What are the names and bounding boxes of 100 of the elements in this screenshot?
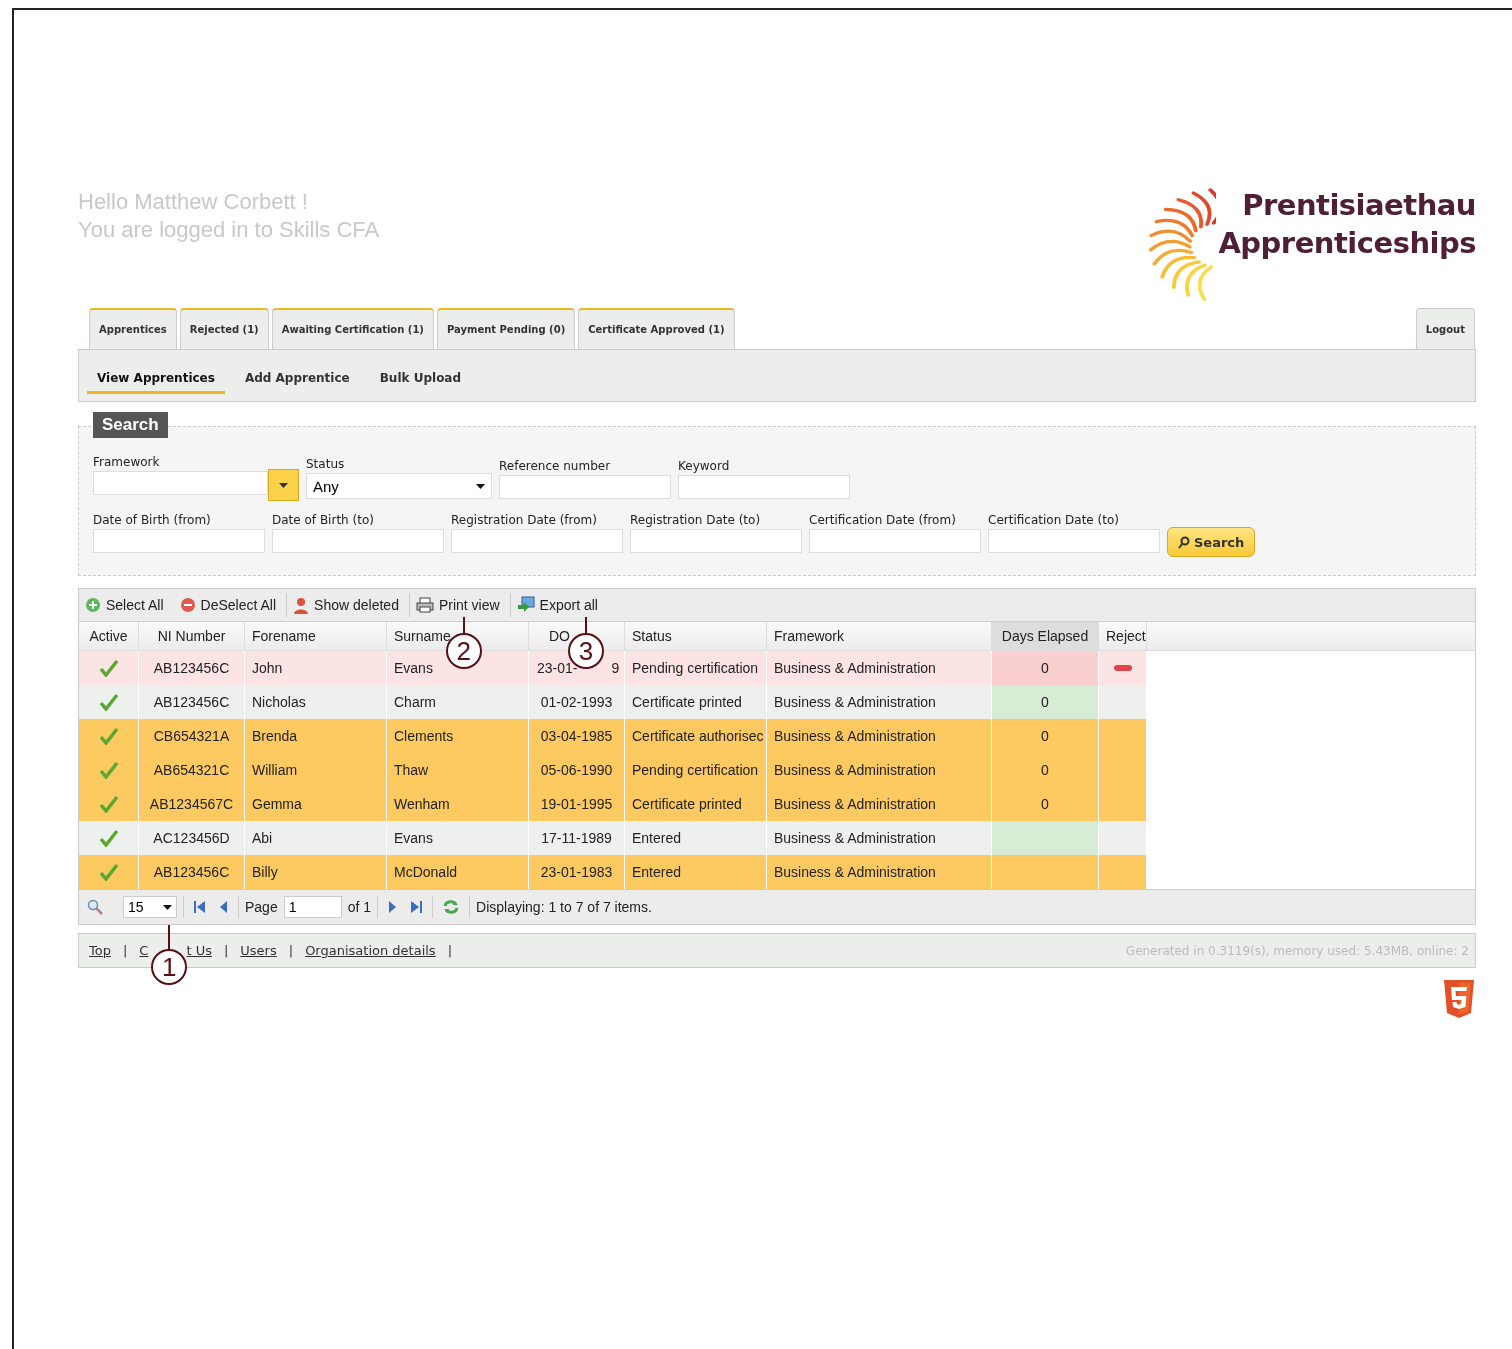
sunburst-logo-icon bbox=[1146, 186, 1217, 304]
search-icon[interactable] bbox=[87, 899, 103, 915]
field-label: Date of Birth (from) bbox=[93, 513, 212, 527]
field-label: Keyword bbox=[678, 459, 731, 473]
field-label: Status bbox=[306, 457, 346, 471]
subnav-item[interactable]: View Apprentices bbox=[87, 363, 225, 394]
table-cell: Certificate authorisec bbox=[625, 719, 767, 753]
table-cell: Clements bbox=[387, 719, 529, 753]
date-field[interactable] bbox=[451, 529, 623, 553]
logo-text: Prentisiaethau bbox=[1241, 187, 1476, 224]
subnav-item[interactable]: Bulk Upload bbox=[369, 363, 472, 394]
footer-link[interactable]: Organisation details bbox=[305, 943, 436, 958]
logout-tab[interactable]: Logout bbox=[1415, 308, 1475, 349]
separator: | bbox=[447, 943, 453, 958]
toolbar-button[interactable]: DeSelect All bbox=[173, 593, 287, 617]
column-header[interactable]: Active bbox=[79, 622, 139, 650]
footer-link[interactable]: Top bbox=[89, 943, 111, 958]
tab[interactable]: Awaiting Certification (1) bbox=[271, 308, 434, 349]
column-header[interactable]: Status bbox=[625, 622, 767, 650]
check-icon bbox=[98, 659, 119, 677]
table-cell: Certificate printed bbox=[625, 685, 767, 719]
table-cell: Gemma bbox=[245, 787, 387, 821]
table-cell: 0 bbox=[992, 651, 1099, 685]
separator: | bbox=[122, 943, 128, 958]
column-header[interactable]: NI Number bbox=[139, 622, 245, 650]
table-cell: Thaw bbox=[387, 753, 529, 787]
date-field[interactable] bbox=[272, 529, 444, 553]
table-cell: William bbox=[245, 753, 387, 787]
table-cell: Pending certification bbox=[625, 651, 767, 685]
table-cell: Business & Administration bbox=[767, 753, 992, 787]
table-cell: 05-06-1990 bbox=[529, 753, 625, 787]
date-field[interactable] bbox=[988, 529, 1160, 553]
table-cell: Business & Administration bbox=[767, 787, 992, 821]
page-count: of 1 bbox=[347, 899, 372, 915]
table-cell: AB123456C bbox=[139, 685, 245, 719]
page-label: Page bbox=[245, 899, 278, 915]
table-cell: 0 bbox=[992, 719, 1099, 753]
subnav-item[interactable]: Add Apprentice bbox=[234, 363, 360, 394]
footer-link[interactable]: Users bbox=[240, 943, 277, 958]
reject-icon[interactable] bbox=[1112, 664, 1133, 672]
table-cell: Entered bbox=[625, 821, 767, 855]
printer-icon bbox=[415, 597, 434, 613]
table-cell: Business & Administration bbox=[767, 651, 992, 685]
tab[interactable]: Payment Pending (0) bbox=[436, 308, 576, 349]
person-icon bbox=[293, 596, 310, 614]
check-icon bbox=[98, 829, 119, 847]
date-field[interactable] bbox=[809, 529, 981, 553]
toolbar-button[interactable]: Print view bbox=[409, 593, 510, 617]
table-cell: 17-11-1989 bbox=[529, 821, 625, 855]
page-field[interactable]: 1 bbox=[283, 896, 342, 918]
plus-icon bbox=[85, 597, 101, 613]
framework-field[interactable] bbox=[93, 471, 268, 495]
check-icon bbox=[98, 863, 119, 881]
table-cell: AB654321C bbox=[139, 753, 245, 787]
table-cell: McDonald bbox=[387, 855, 529, 889]
table-cell: Billy bbox=[245, 855, 387, 889]
column-header[interactable]: Forename bbox=[245, 622, 387, 650]
dropdown-button[interactable] bbox=[268, 469, 299, 501]
date-field[interactable] bbox=[93, 529, 265, 553]
minus-icon bbox=[179, 597, 196, 613]
separator: | bbox=[288, 943, 294, 958]
table-cell: Business & Administration bbox=[767, 685, 992, 719]
date-field[interactable] bbox=[630, 529, 802, 553]
table-cell: AB1234567C bbox=[139, 787, 245, 821]
status-select[interactable]: Any bbox=[306, 473, 492, 499]
html5-badge-icon bbox=[1442, 979, 1476, 1019]
check-icon bbox=[98, 727, 119, 745]
table-cell: AB123456C bbox=[139, 651, 245, 685]
table-cell: CB654321A bbox=[139, 719, 245, 753]
tab[interactable]: Rejected (1) bbox=[179, 308, 269, 349]
field-label: Certification Date (from) bbox=[809, 513, 957, 527]
toolbar-button[interactable]: Show deleted bbox=[287, 593, 409, 617]
table-cell: AB123456C bbox=[139, 855, 245, 889]
tab[interactable]: Certificate Approved (1) bbox=[578, 308, 735, 349]
check-icon bbox=[98, 795, 119, 813]
search-button[interactable]: Search bbox=[1167, 527, 1256, 557]
field-label: Registration Date (to) bbox=[630, 513, 762, 527]
logo-text: Apprenticeships bbox=[1218, 225, 1476, 262]
caret-icon bbox=[279, 482, 288, 488]
table-cell: 0 bbox=[992, 787, 1099, 821]
table-cell: Abi bbox=[245, 821, 387, 855]
table-cell: Brenda bbox=[245, 719, 387, 753]
text-field[interactable] bbox=[499, 475, 671, 499]
column-header[interactable]: Days Elapsed bbox=[992, 622, 1099, 650]
page-size-select[interactable]: 15 bbox=[123, 896, 177, 918]
table-cell: 19-01-1995 bbox=[529, 787, 625, 821]
caret-icon bbox=[163, 904, 172, 910]
table-cell: Evans bbox=[387, 821, 529, 855]
field-label: Reference number bbox=[499, 459, 612, 473]
table-cell: Nicholas bbox=[245, 685, 387, 719]
search-icon bbox=[1178, 535, 1190, 549]
text-field[interactable] bbox=[678, 475, 850, 499]
toolbar-button[interactable]: Export all bbox=[510, 593, 608, 617]
toolbar-button[interactable]: Select All bbox=[79, 593, 174, 617]
separator: | bbox=[223, 943, 229, 958]
caret-icon bbox=[476, 483, 485, 489]
tab[interactable]: Apprentices bbox=[89, 308, 177, 349]
column-header[interactable]: Reject bbox=[1099, 622, 1147, 650]
export-icon bbox=[516, 596, 535, 614]
table-cell: Business & Administration bbox=[767, 855, 992, 889]
